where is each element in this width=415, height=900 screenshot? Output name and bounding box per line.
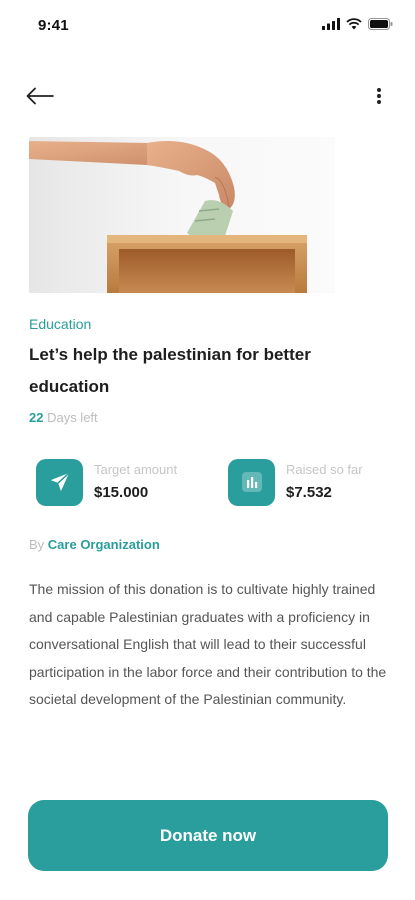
back-button[interactable] — [26, 82, 58, 110]
organization-link[interactable]: Care Organization — [48, 537, 160, 552]
top-nav — [0, 80, 415, 112]
target-icon-badge — [36, 458, 83, 506]
raised-amount-label: Raised so far — [286, 461, 363, 477]
days-left-label: Days left — [43, 410, 98, 425]
raised-amount-value: $7.532 — [286, 483, 332, 501]
target-amount-label: Target amount — [94, 461, 178, 477]
campaign-image — [29, 137, 335, 293]
days-left: 22 Days left — [29, 410, 98, 425]
campaign-title: Let’s help the palestinian for better ed… — [29, 345, 311, 396]
target-amount-stat: Target amount $15.000 — [36, 458, 177, 506]
status-time: 9:41 — [38, 17, 69, 34]
organizer-line: By Care Organization — [29, 537, 160, 552]
bar-chart-icon — [241, 472, 262, 492]
wifi-icon — [346, 18, 362, 30]
battery-icon — [368, 18, 393, 30]
raised-amount-stat: Raised so far $7.532 — [228, 458, 363, 506]
donation-box-illustration — [29, 137, 335, 293]
status-bar: 9:41 — [0, 0, 415, 50]
category-label: Education — [29, 316, 92, 332]
status-icons — [322, 18, 393, 30]
campaign-description: The mission of this donation is to culti… — [29, 581, 387, 707]
more-vertical-icon — [377, 88, 381, 104]
arrow-left-icon — [26, 87, 54, 105]
signal-icon — [322, 18, 340, 30]
more-options-button[interactable] — [373, 84, 385, 108]
target-amount-value: $15.000 — [94, 483, 149, 501]
donate-now-button[interactable]: Donate now — [28, 800, 388, 871]
raised-icon-badge — [228, 458, 275, 506]
days-left-number: 22 — [29, 410, 44, 425]
send-icon — [50, 472, 70, 492]
by-prefix: By — [29, 537, 48, 552]
